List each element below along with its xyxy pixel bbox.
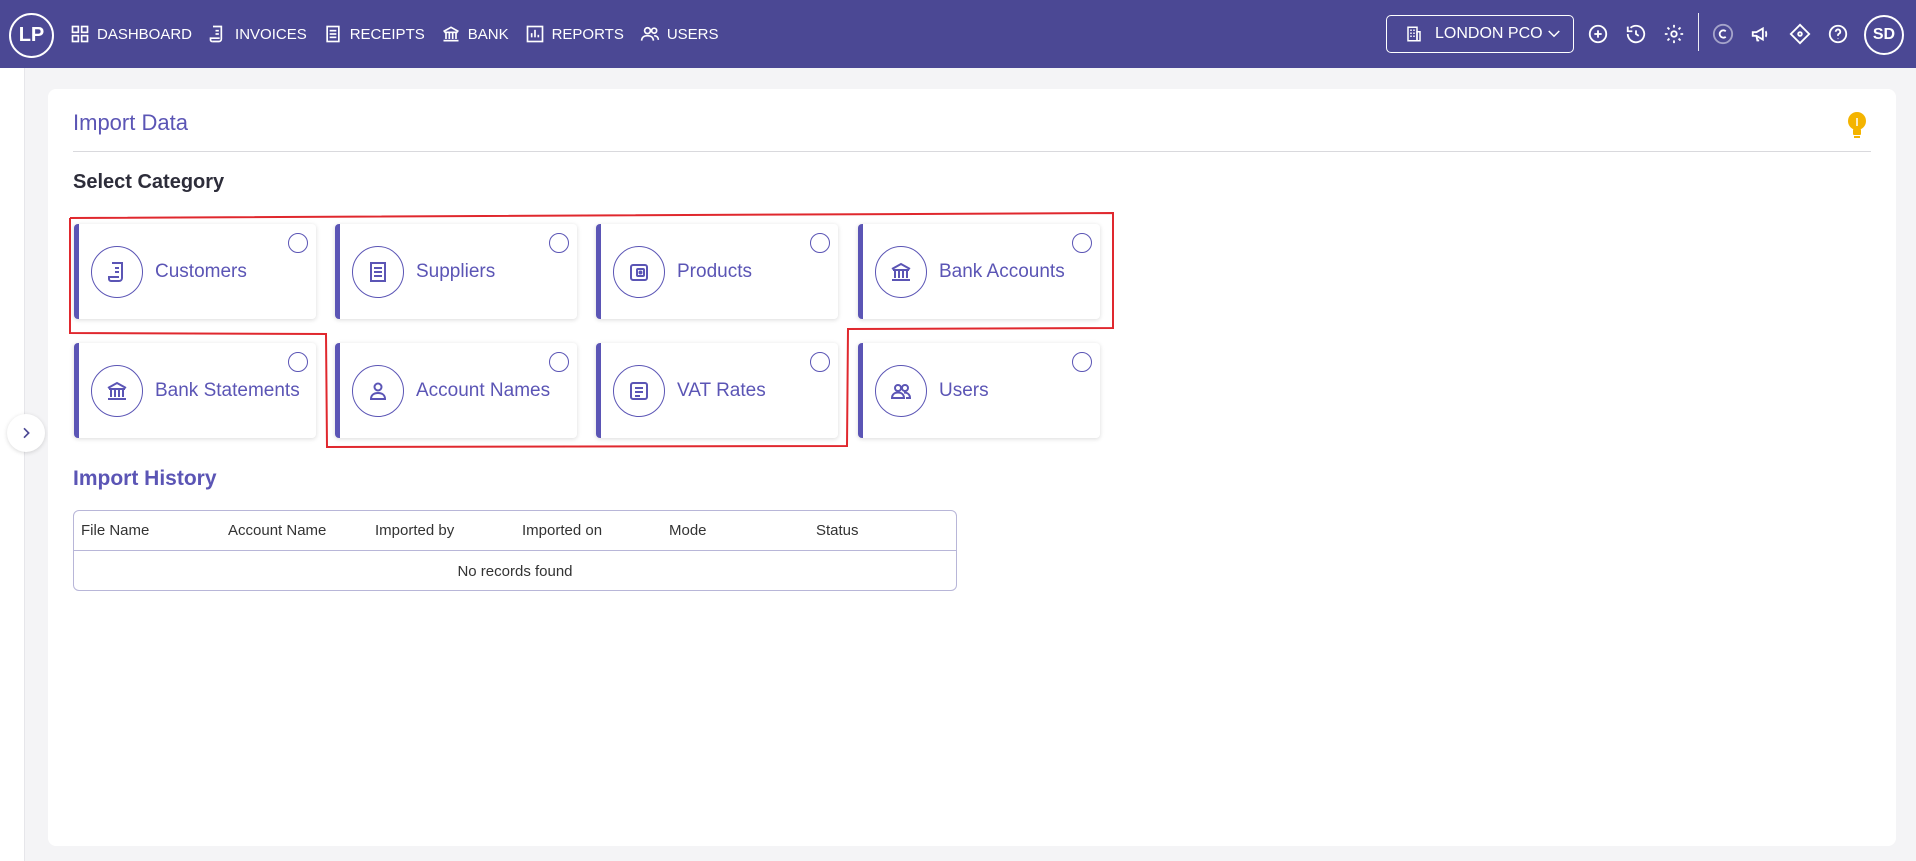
main-nav: DASHBOARD INVOICES RECEIPTS BANK REPORTS…	[70, 0, 719, 68]
users-icon	[890, 383, 912, 399]
toolbar-divider	[1698, 13, 1699, 51]
category-users[interactable]: Users	[858, 343, 1100, 438]
settings-button[interactable]	[1662, 22, 1686, 46]
category-label: Customers	[155, 260, 247, 282]
category-account-names[interactable]: Account Names	[335, 343, 577, 438]
app-logo[interactable]: LP	[9, 13, 54, 58]
category-label: Bank Statements	[155, 379, 300, 401]
nav-dashboard[interactable]: DASHBOARD	[70, 24, 192, 44]
nav-receipts-label: RECEIPTS	[349, 25, 425, 43]
import-history-heading: Import History	[73, 467, 217, 490]
empty-state-message: No records found	[457, 562, 573, 580]
chevron-right-icon	[23, 427, 30, 439]
plus-circle-icon	[1588, 24, 1608, 44]
nav-reports-label: REPORTS	[551, 25, 624, 43]
nav-bank-label: BANK	[467, 25, 509, 43]
bank-icon	[107, 381, 127, 400]
sidebar-toggle[interactable]	[7, 414, 45, 452]
megaphone-icon	[1751, 26, 1768, 42]
category-customers[interactable]: Customers	[74, 224, 316, 319]
nav-receipts[interactable]: RECEIPTS	[323, 24, 425, 44]
category-products[interactable]: Products	[596, 224, 838, 319]
column-header[interactable]: Status	[809, 522, 956, 539]
customers-icon	[108, 261, 123, 282]
category-bank-statements[interactable]: Bank Statements	[74, 343, 316, 438]
products-icon	[630, 263, 648, 281]
category-suppliers[interactable]: Suppliers	[335, 224, 577, 319]
category-label: Products	[677, 260, 752, 282]
suppliers-icon	[370, 261, 386, 282]
plugins-button[interactable]	[1788, 22, 1812, 46]
brand-c-button[interactable]	[1711, 22, 1735, 46]
table-header: File Name Account Name Imported by Impor…	[74, 511, 956, 551]
nav-dashboard-label: DASHBOARD	[97, 25, 193, 43]
category-radio[interactable]	[1072, 233, 1092, 253]
add-button[interactable]	[1586, 22, 1610, 46]
organization-name: LONDON PCO	[1435, 25, 1543, 42]
history-icon	[1626, 24, 1646, 44]
announcements-button[interactable]	[1749, 22, 1773, 46]
user-avatar[interactable]: SD	[1864, 15, 1904, 55]
page-title: Import Data	[73, 110, 188, 135]
title-divider	[73, 151, 1871, 152]
gear-icon	[1664, 24, 1684, 44]
person-icon	[369, 382, 387, 400]
category-label: VAT Rates	[677, 379, 766, 401]
lightbulb-icon[interactable]	[1845, 111, 1869, 139]
category-radio[interactable]	[810, 352, 830, 372]
category-label: Users	[939, 379, 989, 401]
users-icon	[640, 26, 660, 41]
category-radio[interactable]	[1072, 352, 1092, 372]
main-content: Import Data Select Category Customers Su…	[48, 89, 1896, 846]
column-header[interactable]: File Name	[74, 522, 221, 539]
nav-reports[interactable]: REPORTS	[525, 24, 624, 44]
category-vat-rates[interactable]: VAT Rates	[596, 343, 838, 438]
category-radio[interactable]	[549, 352, 569, 372]
select-category-heading: Select Category	[73, 171, 225, 193]
column-header[interactable]: Imported on	[515, 522, 662, 539]
category-radio[interactable]	[549, 233, 569, 253]
category-radio[interactable]	[810, 233, 830, 253]
invoice-icon	[209, 25, 223, 43]
diamond-icon	[1789, 23, 1811, 45]
history-button[interactable]	[1624, 22, 1648, 46]
document-icon	[630, 381, 648, 400]
import-history-table: File Name Account Name Imported by Impor…	[73, 510, 957, 591]
bank-icon	[442, 26, 459, 42]
left-sidebar	[0, 68, 25, 861]
category-radio[interactable]	[288, 352, 308, 372]
category-label: Account Names	[416, 379, 551, 401]
organization-select[interactable]: LONDON PCO	[1386, 15, 1574, 53]
nav-users-label: USERS	[666, 25, 719, 43]
category-bank-accounts[interactable]: Bank Accounts	[858, 224, 1100, 319]
bank-icon	[891, 262, 911, 281]
category-label: Suppliers	[416, 260, 496, 282]
reports-icon	[526, 25, 543, 43]
column-header[interactable]: Imported by	[368, 522, 515, 539]
dashboard-icon	[71, 25, 89, 43]
chevron-down-icon	[1547, 30, 1560, 38]
nav-invoices-label: INVOICES	[235, 25, 307, 43]
nav-users[interactable]: USERS	[640, 24, 719, 44]
building-icon	[1407, 26, 1421, 42]
help-icon	[1828, 24, 1848, 44]
top-navigation-bar: LP DASHBOARD INVOICES RECEIPTS BANK REPO…	[0, 0, 1916, 68]
category-label: Bank Accounts	[939, 260, 1065, 282]
nav-invoices[interactable]: INVOICES	[208, 24, 307, 44]
column-header[interactable]: Mode	[662, 522, 809, 539]
nav-bank[interactable]: BANK	[441, 24, 509, 44]
category-radio[interactable]	[288, 233, 308, 253]
help-button[interactable]	[1826, 22, 1850, 46]
receipt-icon	[326, 25, 340, 43]
column-header[interactable]: Account Name	[221, 522, 368, 539]
brand-c-icon	[1712, 23, 1734, 45]
